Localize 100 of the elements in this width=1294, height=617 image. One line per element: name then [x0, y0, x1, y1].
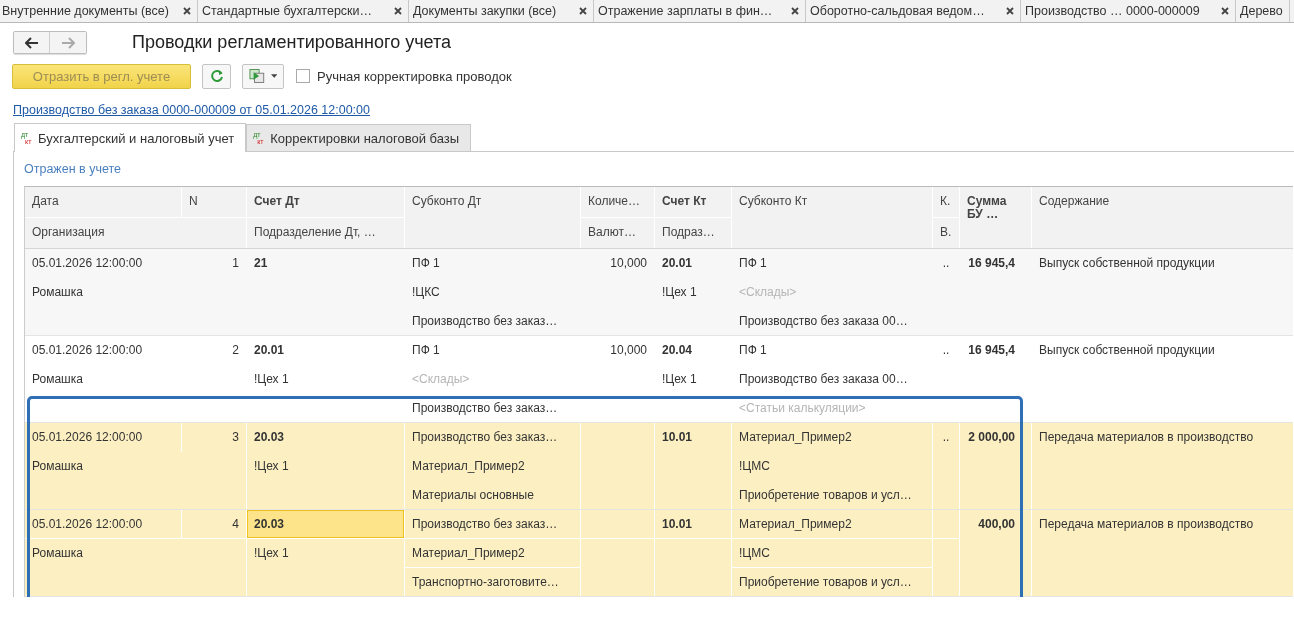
window-tab[interactable]: Оборотно-сальдовая ведом…: [806, 0, 1021, 22]
refresh-button[interactable]: [202, 63, 231, 89]
checkbox-label: Ручная корректировка проводок: [317, 68, 512, 84]
checkbox[interactable]: [296, 69, 310, 83]
table-cell: 05.01.2026 12:00:00: [25, 510, 181, 538]
table-cell: !ЦМС: [732, 539, 932, 567]
table-cell: 20.03: [247, 510, 404, 538]
window-tab[interactable]: Отражение зарплаты в фин…: [594, 0, 806, 22]
table-cell: Материал_Пример2: [405, 452, 580, 481]
table-cell-text: 10,000: [609, 342, 648, 359]
column-header[interactable]: Счет Дт: [247, 187, 404, 217]
table-row[interactable]: 05.01.2026 12:00:00 1 Ромашка 21 ПФ 1 !ЦКС Производство без заказ… 10,000 20.01 !Цех 1 ПФ 1 <Склады> Производство без заказа 00… .. 16 945,4 Выпуск собственной продукции: [25, 249, 1293, 336]
table-cell: Материалы основные: [405, 481, 580, 509]
table-cell: [933, 452, 959, 509]
table-cell: 10.01: [655, 510, 731, 538]
table-cell: !ЦМС: [732, 452, 932, 481]
refresh-icon: [209, 69, 224, 83]
right-arrow-icon: [61, 36, 75, 49]
tab-title: Внутренние документы (все): [2, 4, 170, 18]
table-cell-text: <Статьи калькуляции>: [738, 400, 867, 417]
window-tab[interactable]: Внутренние документы (все): [0, 0, 198, 22]
back-button[interactable]: [14, 32, 50, 53]
column-header[interactable]: Субконто Кт: [732, 187, 932, 248]
table-cell: 20.03: [247, 423, 404, 452]
table-cell: Ромашка: [25, 539, 246, 596]
close-icon[interactable]: [183, 7, 191, 15]
table-cell-text: Выпуск собственной продукции: [1038, 342, 1216, 359]
table-cell: [933, 539, 959, 596]
form-title: Проводки регламентированного учета: [132, 32, 451, 53]
table-cell: !Цех 1: [247, 539, 404, 596]
table-cell: [933, 510, 959, 538]
tab-title: Дерево: [1240, 4, 1283, 18]
column-header[interactable]: Количе…: [581, 187, 654, 217]
table-cell-text: 05.01.2026 12:00:00: [31, 342, 144, 359]
table-cell: Производство без заказ…: [405, 510, 580, 538]
column-header[interactable]: Подразделение Дт, …: [247, 218, 404, 248]
close-icon[interactable]: [1221, 7, 1229, 15]
table-cell-text: ..: [941, 342, 951, 359]
table-cell-text: 20.04: [661, 342, 694, 359]
column-header[interactable]: Валют…: [581, 218, 654, 248]
table-cell: ..: [933, 423, 959, 452]
table-cell-text: 16 945,4: [967, 342, 1016, 359]
table-cell-text: !Цех 1: [253, 371, 290, 388]
table-cell-text: ПФ 1: [411, 342, 441, 359]
close-icon[interactable]: [1006, 7, 1014, 15]
tab-title: Документы закупки (все): [413, 4, 558, 18]
close-icon[interactable]: [791, 7, 799, 15]
window-tab[interactable]: Стандартные бухгалтерски…: [198, 0, 409, 22]
table-cell: Ромашка: [25, 452, 246, 509]
table-cell: 10.01: [655, 423, 731, 452]
column-header[interactable]: N: [182, 187, 246, 217]
table-cell: 3: [182, 423, 246, 452]
table-cell: Приобретение товаров и усл…: [732, 568, 932, 596]
table-cell: Материал_Пример2: [732, 423, 932, 452]
caret-icon: [270, 74, 277, 78]
column-header[interactable]: К.: [933, 187, 959, 217]
column-header[interactable]: Субконто Дт: [405, 187, 580, 248]
close-icon[interactable]: [394, 7, 402, 15]
table-row[interactable]: [25, 423, 1293, 510]
table-cell: Материал_Пример2: [405, 539, 580, 567]
table-cell-text: ПФ 1: [738, 342, 768, 359]
column-header[interactable]: Счет Кт: [655, 187, 731, 217]
table-cell: 05.01.2026 12:00:00: [25, 423, 181, 452]
table-cell: Транспортно-заготовите…: [405, 568, 580, 596]
document-link[interactable]: Производство без заказа 0000-000009 от 05.01.2026 12:00:00: [13, 103, 370, 117]
tab-title: Отражение зарплаты в фин…: [598, 4, 774, 18]
table-cell-text: <Склады>: [411, 371, 471, 388]
column-header[interactable]: Дата: [25, 187, 181, 217]
documents-icon: [249, 68, 266, 84]
close-icon[interactable]: [579, 7, 587, 15]
table-cell: 2 000,00: [960, 423, 1031, 509]
column-header[interactable]: Организация: [25, 218, 246, 248]
table-cell-text: 2: [231, 342, 240, 359]
column-header[interactable]: В.: [933, 218, 959, 248]
table-cell-text: !Цех 1: [661, 371, 698, 388]
left-arrow-icon: [24, 36, 39, 49]
status-text: Отражен в учете: [24, 161, 122, 178]
tab-title: Стандартные бухгалтерски…: [202, 4, 374, 18]
table-cell: Передача материалов в производство: [1032, 423, 1293, 509]
table-cell: Передача материалов в производство: [1032, 510, 1293, 596]
table-cell: !Цех 1: [247, 452, 404, 509]
table-cell-text: Производство без заказ…: [411, 400, 559, 417]
table-cell: Производство без заказ…: [405, 423, 580, 452]
column-header[interactable]: Содержание: [1032, 187, 1293, 248]
table-cell: Материал_Пример2: [732, 510, 932, 538]
tab-title: Производство … 0000-000009: [1025, 4, 1201, 18]
table-cell-text: Ромашка: [31, 371, 84, 388]
column-header[interactable]: Подраз…: [655, 218, 731, 248]
window-tab[interactable]: Производство … 0000-000009: [1021, 0, 1236, 22]
table-row[interactable]: [25, 510, 1293, 597]
column-header[interactable]: Сумма БУ …: [960, 187, 1031, 248]
table-cell: 4: [182, 510, 246, 538]
table-cell: Приобретение товаров и усл…: [732, 481, 932, 509]
table-cell: 400,00: [960, 510, 1031, 596]
window-tab[interactable]: Дерево: [1236, 0, 1290, 22]
structure-dropdown-button[interactable]: [242, 63, 284, 89]
tab-title: Оборотно-сальдовая ведом…: [810, 4, 986, 18]
table-cell-text: Производство без заказа 00…: [738, 371, 909, 388]
table-cell-text: 20.01: [253, 342, 286, 359]
window-tab[interactable]: Документы закупки (все): [409, 0, 594, 22]
